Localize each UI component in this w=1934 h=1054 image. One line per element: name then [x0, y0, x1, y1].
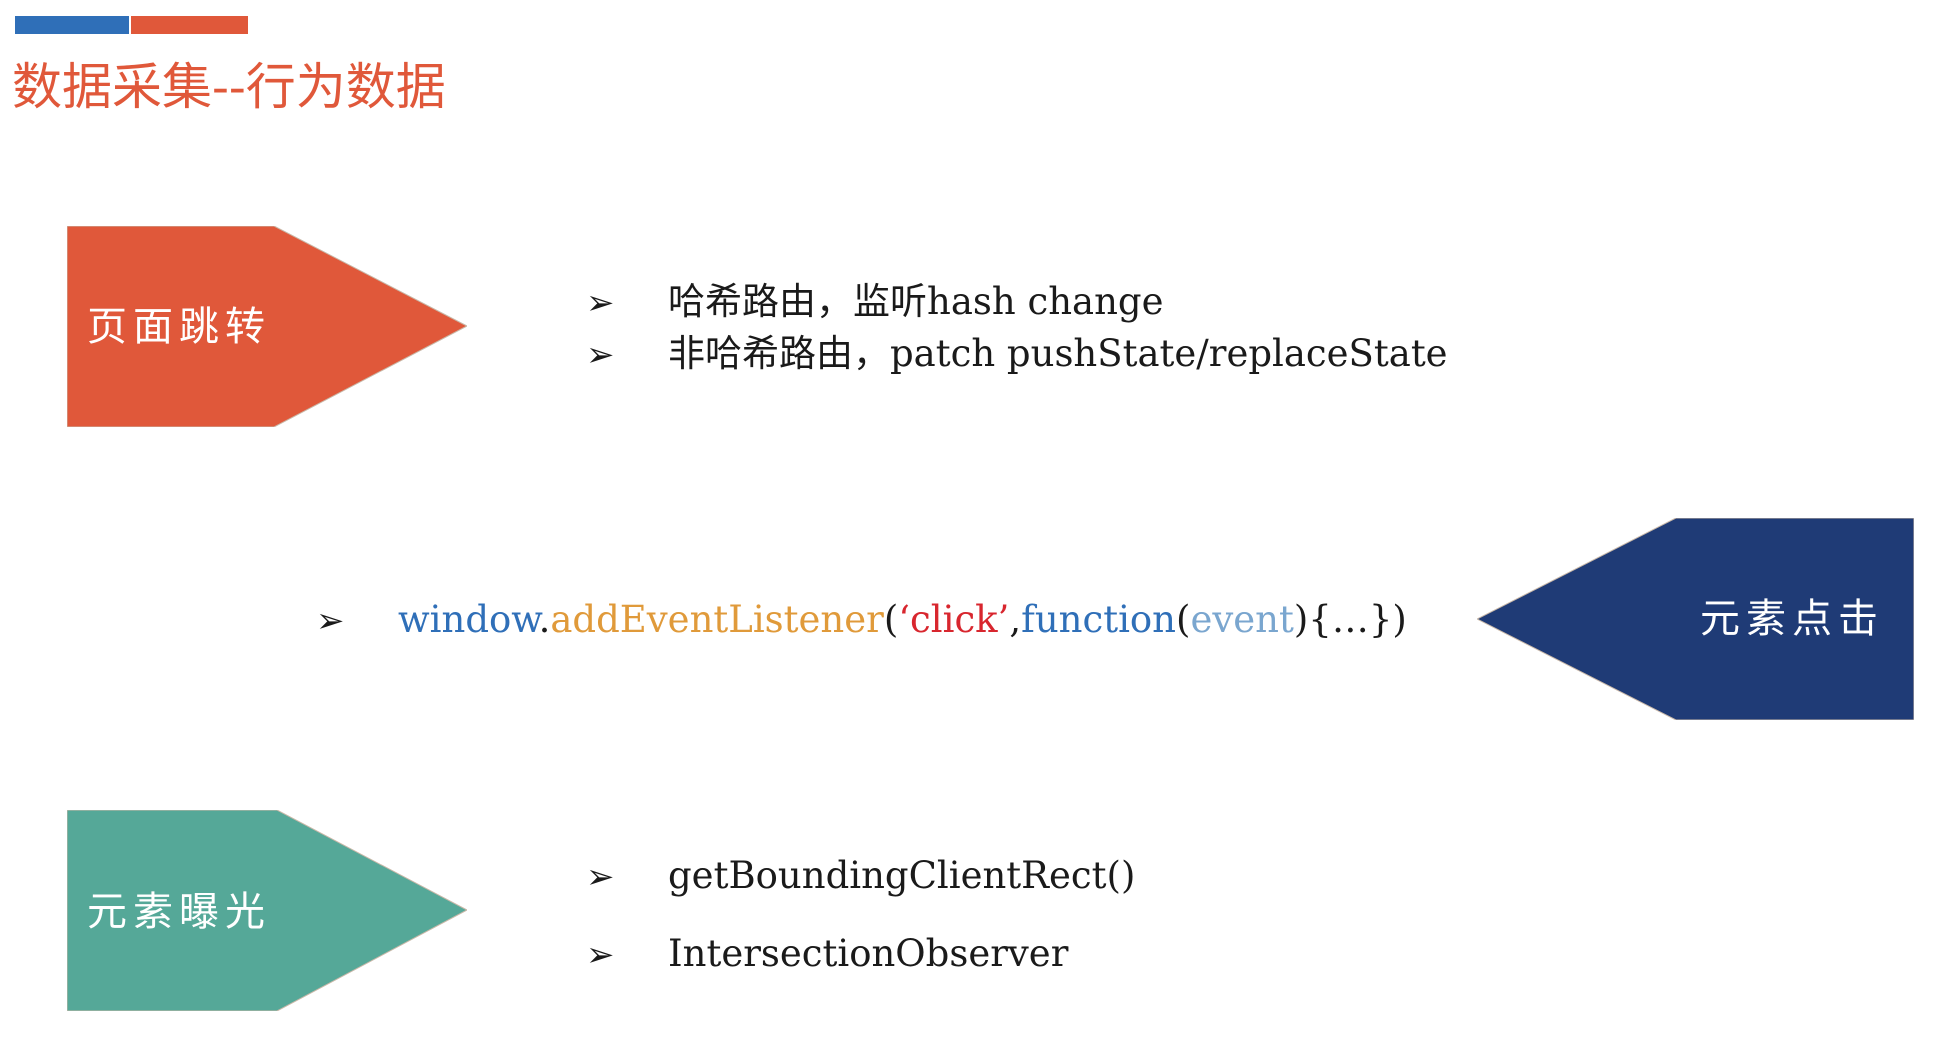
bullet-arrow-icon: ➢: [586, 335, 615, 375]
code-comma: ,: [1009, 598, 1022, 641]
bullet-arrow-icon: ➢: [586, 935, 615, 975]
element-exposure-bullet-text-2: IntersectionObserver: [668, 932, 1069, 975]
page-jump-bullet-2: ➢ 非哈希路由，patch pushState/replaceState: [586, 330, 1448, 379]
page-jump-bullet-text-2: 非哈希路由，patch pushState/replaceState: [668, 332, 1448, 375]
code-object: window: [398, 598, 539, 641]
code-dot: .: [538, 598, 551, 641]
accent-bar-blue: [15, 16, 129, 34]
code-method: addEventListener: [550, 598, 884, 641]
bullet-arrow-icon: ➢: [586, 283, 615, 323]
code-body: {…}): [1308, 598, 1407, 641]
element-exposure-bullet-1: ➢ getBoundingClientRect(): [586, 852, 1135, 901]
code-param-close: ): [1293, 598, 1309, 641]
element-exposure-bullet-2: ➢ IntersectionObserver: [586, 930, 1068, 979]
code-open-paren: (: [883, 598, 899, 641]
element-click-label: 元素点击: [1700, 596, 1884, 642]
element-exposure-shape: 元素曝光: [67, 810, 467, 1011]
code-string: ‘click’: [898, 598, 1010, 641]
accent-bar-orange: [131, 16, 248, 34]
element-click-code-line: ➢ window.addEventListener(‘click’,functio…: [316, 596, 1407, 645]
code-param: event: [1190, 598, 1294, 641]
bullet-arrow-icon: ➢: [586, 857, 615, 897]
page-jump-bullet-1: ➢ 哈希路由，监听hash change: [586, 278, 1164, 327]
element-click-shape: 元素点击: [1477, 518, 1914, 720]
code-keyword: function: [1021, 598, 1177, 641]
page-jump-label: 页面跳转: [87, 304, 271, 350]
code-param-open: (: [1176, 598, 1191, 641]
slide-title: 数据采集--行为数据: [12, 58, 446, 116]
element-exposure-bullet-text-1: getBoundingClientRect(): [668, 854, 1136, 897]
page-jump-bullet-text-1: 哈希路由，监听hash change: [668, 280, 1164, 323]
page-jump-shape: 页面跳转: [67, 226, 467, 427]
bullet-arrow-icon: ➢: [316, 601, 345, 641]
element-exposure-label: 元素曝光: [87, 889, 271, 935]
